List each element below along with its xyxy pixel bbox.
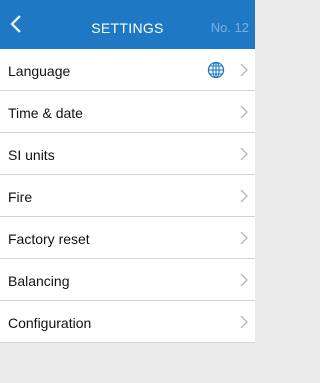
- menu-item-balancing[interactable]: Balancing: [0, 259, 255, 301]
- footer-area: [0, 343, 255, 383]
- menu-item-factory-reset[interactable]: Factory reset: [0, 217, 255, 259]
- settings-list: Language Time & date SI units Fire Facto…: [0, 49, 255, 343]
- menu-item-language[interactable]: Language: [0, 49, 255, 91]
- menu-item-label: Configuration: [8, 315, 92, 331]
- menu-item-fire[interactable]: Fire: [0, 175, 255, 217]
- menu-item-label: SI units: [8, 147, 55, 163]
- unit-number: No. 12: [210, 20, 249, 35]
- menu-item-configuration[interactable]: Configuration: [0, 301, 255, 343]
- globe-icon: [207, 61, 225, 79]
- menu-item-label: Language: [8, 63, 71, 79]
- chevron-right-icon: [240, 189, 248, 203]
- chevron-right-icon: [240, 273, 248, 287]
- chevron-right-icon: [240, 63, 248, 77]
- chevron-right-icon: [240, 315, 248, 329]
- menu-item-label: Fire: [8, 189, 33, 205]
- menu-item-si-units[interactable]: SI units: [0, 133, 255, 175]
- header-bar: SETTINGS No. 12: [0, 0, 255, 49]
- chevron-right-icon: [240, 231, 248, 245]
- menu-item-label: Time & date: [8, 105, 83, 121]
- menu-item-label: Balancing: [8, 273, 70, 289]
- menu-item-label: Factory reset: [8, 231, 90, 247]
- chevron-right-icon: [240, 105, 248, 119]
- menu-item-time-date[interactable]: Time & date: [0, 91, 255, 133]
- chevron-right-icon: [240, 147, 248, 161]
